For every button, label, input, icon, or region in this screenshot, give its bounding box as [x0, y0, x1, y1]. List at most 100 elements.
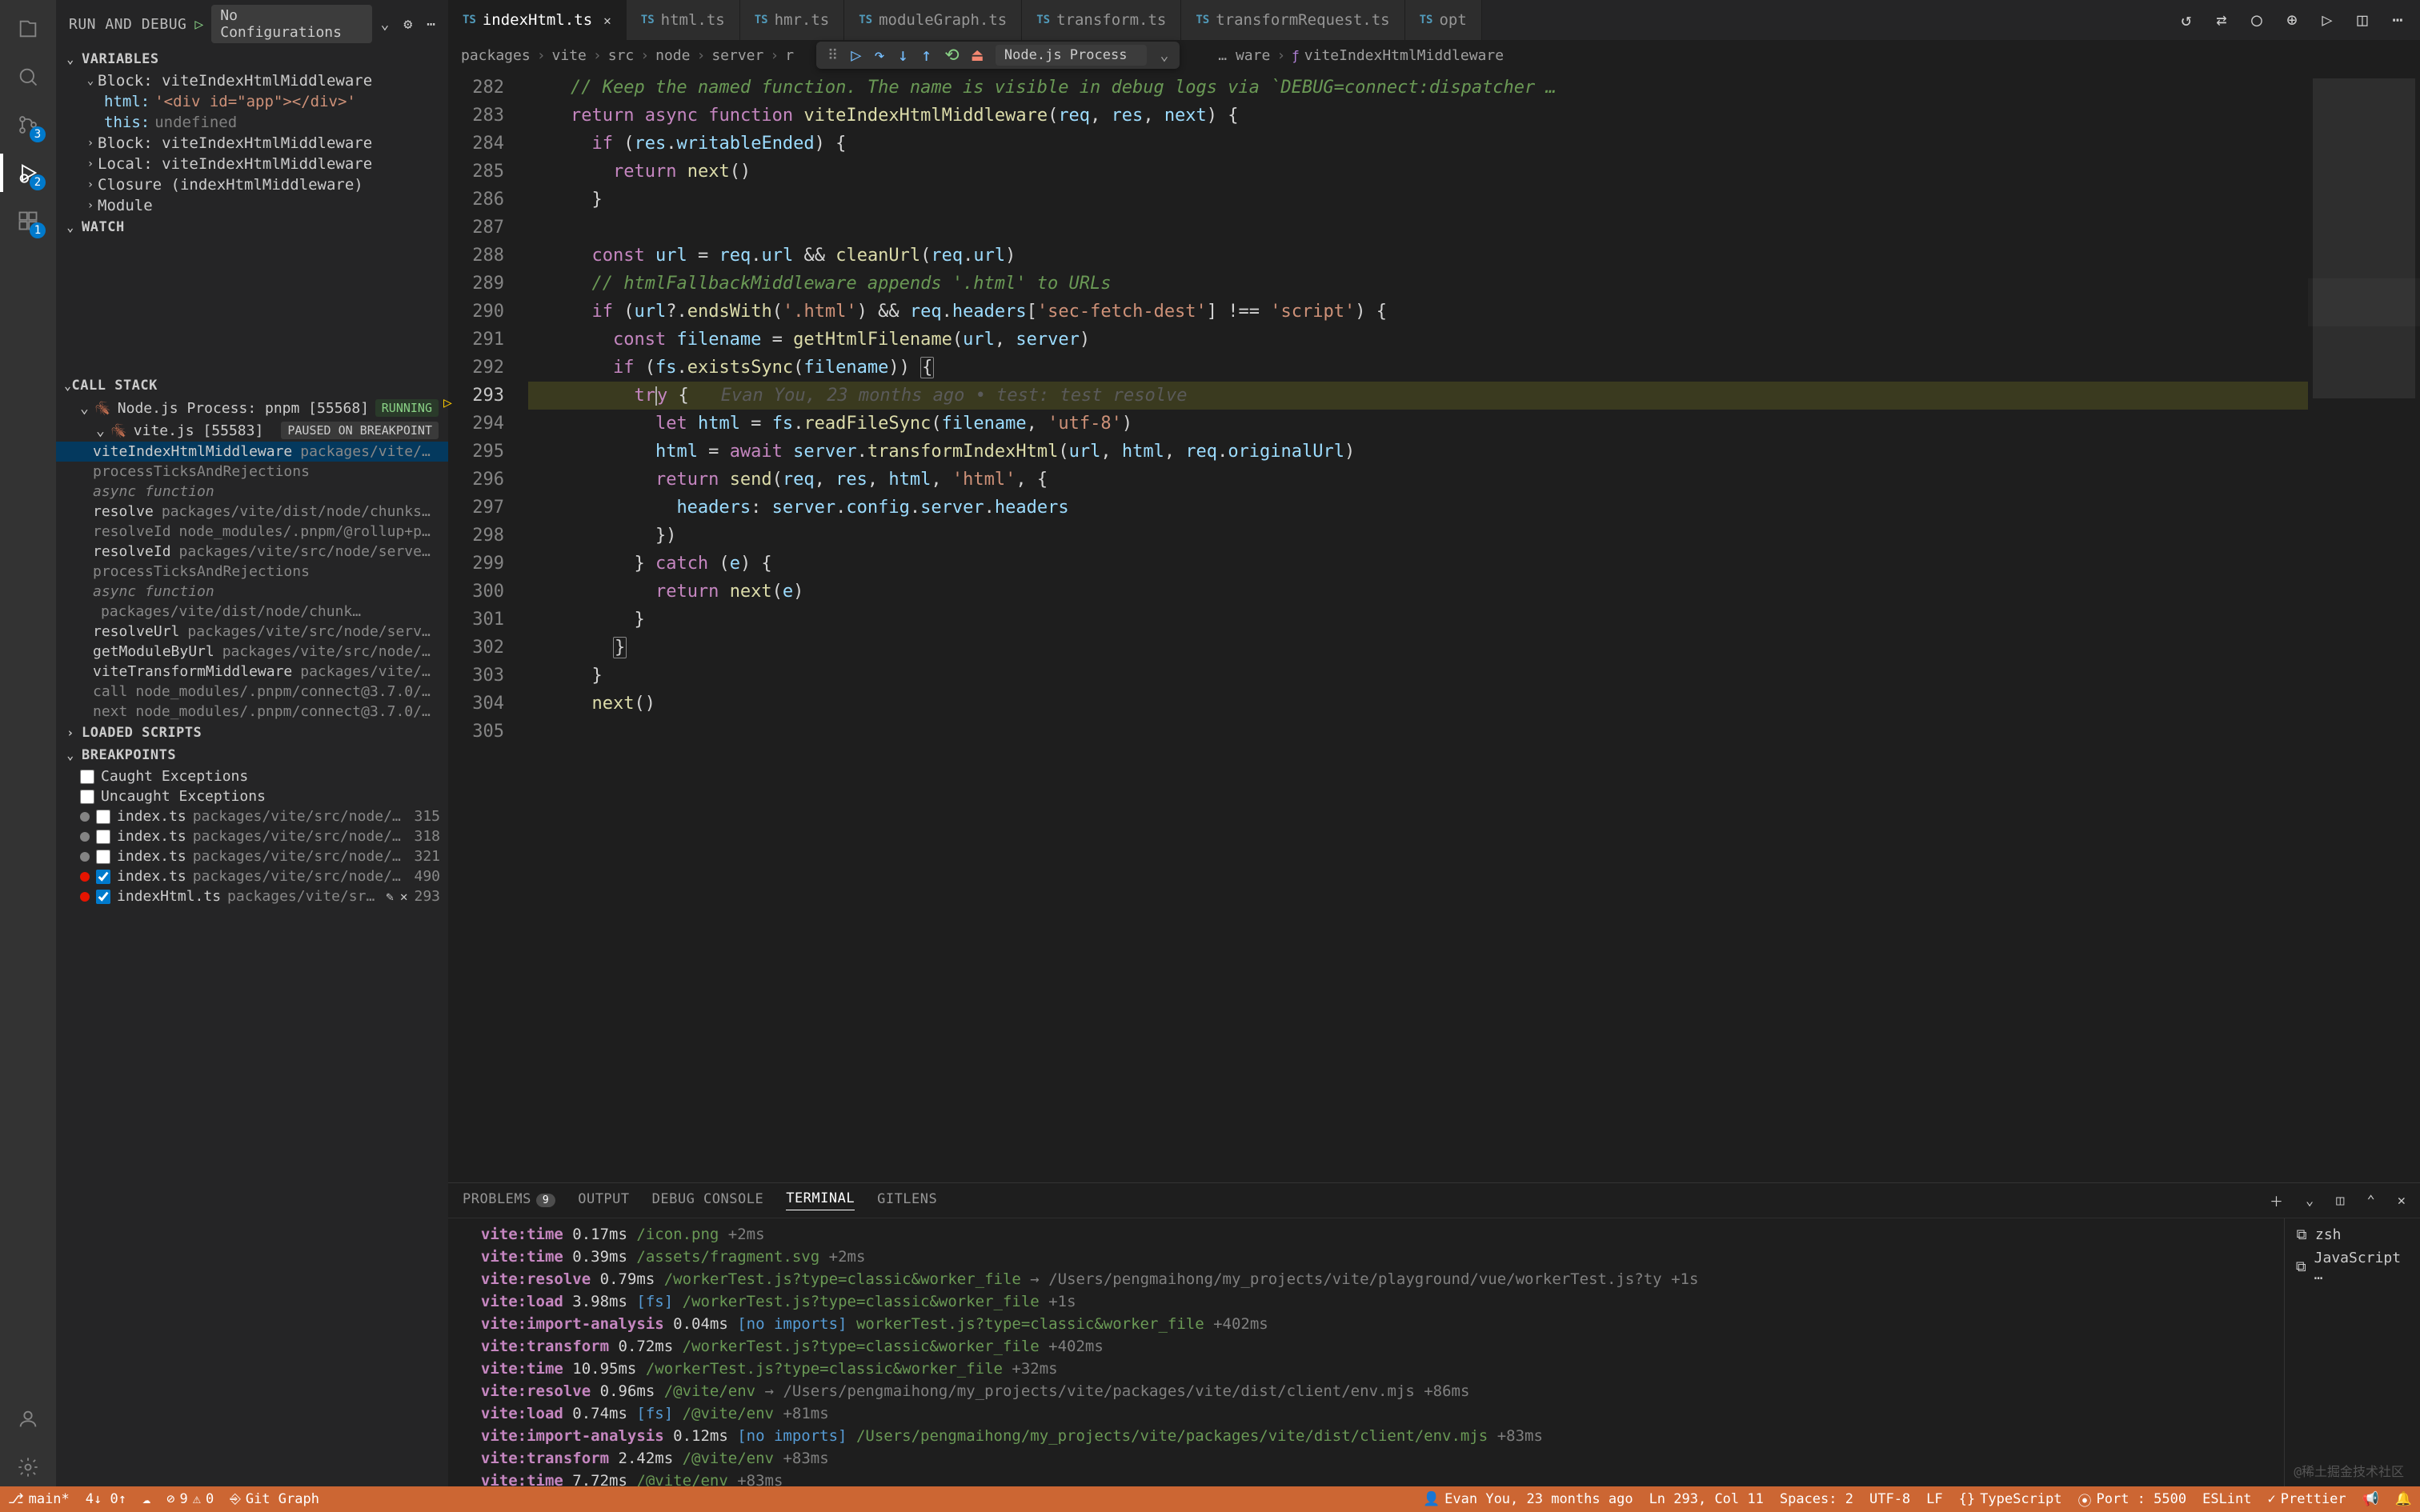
continue-icon[interactable]: ▷ [851, 46, 861, 66]
step-into-icon[interactable]: ↓ [898, 46, 908, 66]
step-out-icon[interactable]: ↑ [921, 46, 932, 66]
disconnect-icon[interactable]: ⏏ [972, 46, 983, 66]
editor-tab[interactable]: TSindexHtml.ts✕ [448, 0, 627, 40]
checkbox[interactable] [80, 770, 94, 784]
history-icon[interactable]: ↺ [2175, 9, 2198, 31]
scope-row[interactable]: ›Module [59, 195, 448, 216]
tab-output[interactable]: OUTPUT [578, 1191, 629, 1210]
stack-frame[interactable]: viteIndexHtmlMiddlewarepackages/vite/src… [56, 442, 448, 462]
editor-tab[interactable]: TShtml.ts [627, 0, 740, 40]
checkbox[interactable] [96, 890, 110, 904]
git-graph-button[interactable]: ⎆ Git Graph [230, 1491, 319, 1507]
exception-breakpoint[interactable]: Uncaught Exceptions [56, 786, 448, 806]
scope-row[interactable]: ›Local: viteIndexHtmlMiddleware [59, 154, 448, 174]
bell-icon[interactable]: 🔔 [2395, 1491, 2412, 1507]
variables-section[interactable]: ⌄VARIABLES [56, 48, 448, 70]
callstack-section[interactable]: ⌄CALL STACK [56, 374, 448, 397]
more-icon[interactable]: ⋯ [427, 16, 435, 33]
eol-indicator[interactable]: LF [1926, 1491, 1942, 1507]
breakpoint-row[interactable]: index.tspackages/vite/src/node/server490 [56, 866, 448, 886]
editor-tab[interactable]: TStransformRequest.ts [1181, 0, 1404, 40]
close-tab-icon[interactable]: ✕ [603, 13, 611, 28]
grip-icon[interactable]: ⠿ [827, 47, 838, 64]
start-debug-icon[interactable]: ▷ [194, 16, 203, 33]
chevron-down-icon[interactable]: ⌄ [2306, 1193, 2314, 1209]
tab-debug-console[interactable]: DEBUG CONSOLE [652, 1191, 764, 1210]
feedback-icon[interactable]: 📢 [2362, 1491, 2379, 1507]
split-icon[interactable]: ◫ [2351, 9, 2374, 31]
settings-gear-icon[interactable] [9, 1448, 47, 1486]
terminal-item[interactable]: ⧉JavaScript … [2293, 1246, 2412, 1286]
stack-frame[interactable]: resolveIdnode_modules/.pnpm/@rollup+p… [56, 522, 448, 542]
breakpoint-row[interactable]: indexHtml.tspackages/vite/src/n…✎✕293 [56, 886, 448, 906]
port-indicator[interactable]: ⦿ Port : 5500 [2078, 1490, 2187, 1510]
minimap[interactable] [2308, 70, 2420, 1182]
stack-frame[interactable]: packages/vite/dist/node/chunk… [56, 602, 448, 622]
watch-section[interactable]: ⌄WATCH [56, 216, 448, 238]
play-icon[interactable]: ▷ [2316, 9, 2338, 31]
accounts-icon[interactable] [9, 1400, 47, 1438]
split-terminal-icon[interactable]: ◫ [2336, 1193, 2344, 1209]
exception-breakpoint[interactable]: Caught Exceptions [56, 766, 448, 786]
problems-indicator[interactable]: ⊘ 9 ⚠ 0 [166, 1491, 214, 1507]
terminal-output[interactable]: vite:time 0.17ms /icon.png +2ms vite:tim… [448, 1218, 2284, 1486]
indent-indicator[interactable]: Spaces: 2 [1780, 1491, 1853, 1507]
run-debug-icon[interactable]: 2 [9, 154, 47, 192]
source-control-icon[interactable]: 3 [9, 106, 47, 144]
stack-frame[interactable]: resolveUrlpackages/vite/src/node/server/… [56, 622, 448, 642]
chevron-down-icon[interactable]: ⌄ [380, 16, 389, 33]
gutter[interactable]: 282283284285286287288289290291292293▷294… [448, 70, 520, 1182]
more-icon[interactable]: ⋯ [2386, 9, 2409, 31]
editor-tab[interactable]: TShmr.ts [740, 0, 845, 40]
loaded-scripts-section[interactable]: ›LOADED SCRIPTS [56, 722, 448, 744]
edit-icon[interactable]: ✎ [386, 889, 394, 904]
thread-row[interactable]: ⌄🪳vite.js [55583] PAUSED ON BREAKPOINT [56, 419, 448, 442]
stack-frame[interactable]: viteTransformMiddlewarepackages/vite/src… [56, 662, 448, 682]
checkbox[interactable] [96, 870, 110, 884]
scope-row[interactable]: ›Closure (indexHtmlMiddleware) [59, 174, 448, 195]
checkbox[interactable] [96, 850, 110, 864]
cursor-position[interactable]: Ln 293, Col 11 [1649, 1491, 1764, 1507]
search-icon[interactable] [9, 58, 47, 96]
breadcrumb[interactable]: packages› vite› src› node› server› r ⠿ ▷… [448, 40, 2420, 70]
scope-row[interactable]: ›Block: viteIndexHtmlMiddleware [59, 133, 448, 154]
stack-frame[interactable]: resolvepackages/vite/dist/node/chunks/de… [56, 502, 448, 522]
stack-frame[interactable]: getModuleByUrlpackages/vite/src/node/ser… [56, 642, 448, 662]
chevron-down-icon[interactable]: ⌄ [1160, 47, 1168, 64]
breakpoints-section[interactable]: ⌄BREAKPOINTS [56, 744, 448, 766]
stack-frame[interactable]: nextnode_modules/.pnpm/connect@3.7.0/… [56, 702, 448, 722]
cloud-icon[interactable]: ☁ [142, 1491, 150, 1507]
prettier-indicator[interactable]: ✓ Prettier [2268, 1491, 2346, 1507]
checkbox[interactable] [96, 830, 110, 844]
remove-icon[interactable]: ✕ [400, 889, 408, 904]
language-indicator[interactable]: {} TypeScript [1959, 1491, 2062, 1507]
circle-plus-icon[interactable]: ⊕ [2281, 9, 2303, 31]
terminal-item[interactable]: ⧉zsh [2293, 1223, 2412, 1246]
blame-indicator[interactable]: 👤 Evan You, 23 months ago [1423, 1491, 1633, 1507]
stack-frame[interactable]: async function [56, 482, 448, 502]
code-body[interactable]: // Keep the named function. The name is … [520, 70, 2308, 1182]
debug-target-select[interactable]: Node.js Process [996, 45, 1148, 66]
circle-icon[interactable]: ◯ [2246, 9, 2268, 31]
close-panel-icon[interactable]: ✕ [2398, 1193, 2406, 1209]
checkbox[interactable] [80, 790, 94, 804]
checkbox[interactable] [96, 810, 110, 824]
tab-problems[interactable]: PROBLEMS9 [463, 1191, 555, 1210]
stack-frame[interactable]: resolveIdpackages/vite/src/node/server/p… [56, 542, 448, 562]
restart-icon[interactable]: ⟲ [944, 46, 959, 66]
stack-frame[interactable]: processTicksAndRejections [56, 562, 448, 582]
stack-frame[interactable]: async function [56, 582, 448, 602]
encoding-indicator[interactable]: UTF-8 [1869, 1491, 1910, 1507]
variable-row[interactable]: html:'<div id="app"></div>' [59, 91, 448, 112]
tab-terminal[interactable]: TERMINAL [786, 1190, 855, 1210]
new-terminal-icon[interactable]: ＋ [2270, 1190, 2283, 1210]
breakpoint-row[interactable]: index.tspackages/vite/src/node/server318 [56, 826, 448, 846]
editor-tab[interactable]: TSmoduleGraph.ts [844, 0, 1022, 40]
sync-indicator[interactable]: 4↓ 0↑ [86, 1491, 126, 1507]
code-editor[interactable]: 282283284285286287288289290291292293▷294… [448, 70, 2420, 1182]
stack-frame[interactable]: callnode_modules/.pnpm/connect@3.7.0/… [56, 682, 448, 702]
extensions-icon[interactable]: 1 [9, 202, 47, 240]
process-row[interactable]: ⌄🪳Node.js Process: pnpm [55568] RUNNING [56, 397, 448, 419]
breakpoint-row[interactable]: index.tspackages/vite/src/node/server321 [56, 846, 448, 866]
breakpoint-row[interactable]: index.tspackages/vite/src/node/server315 [56, 806, 448, 826]
